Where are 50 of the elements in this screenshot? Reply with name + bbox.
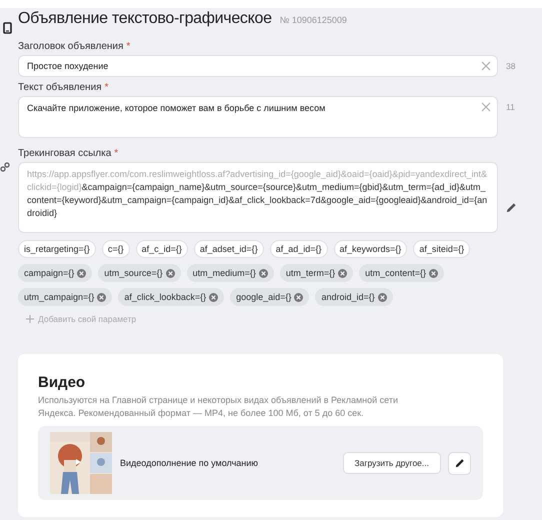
parameter-chip[interactable]: c={} [102, 240, 130, 258]
upload-button[interactable]: Загрузить другое... [342, 452, 441, 474]
parameter-chip[interactable]: google_aid={} [230, 288, 310, 306]
remove-icon[interactable] [378, 292, 387, 302]
parameter-chip[interactable]: utm_medium={} [186, 264, 274, 282]
required-mark: * [104, 82, 108, 93]
parameter-chip[interactable]: utm_source={} [98, 264, 181, 282]
character-counter: 11 [506, 102, 515, 112]
character-counter: 38 [506, 61, 516, 71]
clear-icon[interactable] [481, 61, 491, 71]
parameter-chip[interactable]: af_click_lookback={} [118, 288, 224, 306]
parameter-chip[interactable]: af_ad_id={} [270, 240, 328, 258]
parameter-chip[interactable]: af_siteid={} [413, 240, 470, 258]
parameter-chip[interactable]: af_keywords={} [334, 240, 408, 258]
input-field[interactable]: Простое похудение [18, 55, 498, 77]
field-label: Заголовок объявления [18, 41, 124, 52]
parameter-chip[interactable]: af_adset_id={} [194, 240, 264, 258]
section-description: Используются на Главной странице и некоторых видах объявлений в Рекламной сети Яндекса. Рекомендованный формат — MP4, не более 100 Мб, от 5 до 60 сек. [38, 394, 400, 420]
parameter-chip[interactable]: android_id={} [315, 288, 393, 306]
parameter-chip[interactable]: utm_campaign={} [18, 288, 112, 306]
plus-icon [26, 315, 34, 323]
remove-icon[interactable] [209, 292, 218, 302]
section-title: Видео [38, 374, 86, 391]
video-name: Видеодополнение по умолчанию [120, 458, 260, 468]
remove-icon[interactable] [97, 292, 106, 302]
field-label: Текст объявления [18, 82, 102, 93]
remove-icon[interactable] [428, 268, 438, 278]
field-label: Трекинговая ссылка [18, 148, 112, 159]
parameter-chip[interactable]: utm_content={} [359, 264, 444, 282]
tracking-link-field[interactable]: https://app.appsflyer.com/com.reslimweightloss.af?advertising_id={google_aid}&oaid={oaid}&pid=yandexdirect_int&clickid={logid}&campaign={campaign_name}&utm_source={source}&utm_medium={gbid}&utm_term={ad_id}&utm_content={keyword}&utm_campaign={campaign_id}&af_click_lookback=7d&google_aid={googleaid}&android_id={androidid} [18, 162, 498, 233]
parameter-chip[interactable]: utm_term={} [280, 264, 354, 282]
pencil-icon [454, 458, 464, 468]
phone-icon [3, 22, 12, 34]
ad-title: Объявление текстово-графическое [18, 10, 272, 28]
ad-number: № 10906125009 [280, 15, 347, 25]
remove-icon[interactable] [77, 268, 86, 278]
remove-icon[interactable] [338, 268, 348, 278]
remove-icon[interactable] [166, 268, 175, 278]
pencil-icon[interactable] [506, 202, 517, 213]
parameter-chip[interactable]: campaign={} [18, 264, 92, 282]
required-mark: * [114, 148, 118, 159]
remove-icon[interactable] [294, 292, 304, 302]
parameter-chip[interactable]: af_c_id={} [136, 240, 188, 258]
input-field[interactable]: Скачайте приложение, которое поможет вам в борьбе с лишним весом [18, 96, 498, 138]
remove-icon[interactable] [258, 268, 268, 278]
parameter-chip[interactable]: is_retargeting={} [18, 240, 96, 258]
required-mark: * [126, 41, 130, 52]
clear-icon[interactable] [481, 102, 491, 112]
link-icon [0, 162, 10, 172]
edit-button[interactable] [448, 452, 471, 474]
